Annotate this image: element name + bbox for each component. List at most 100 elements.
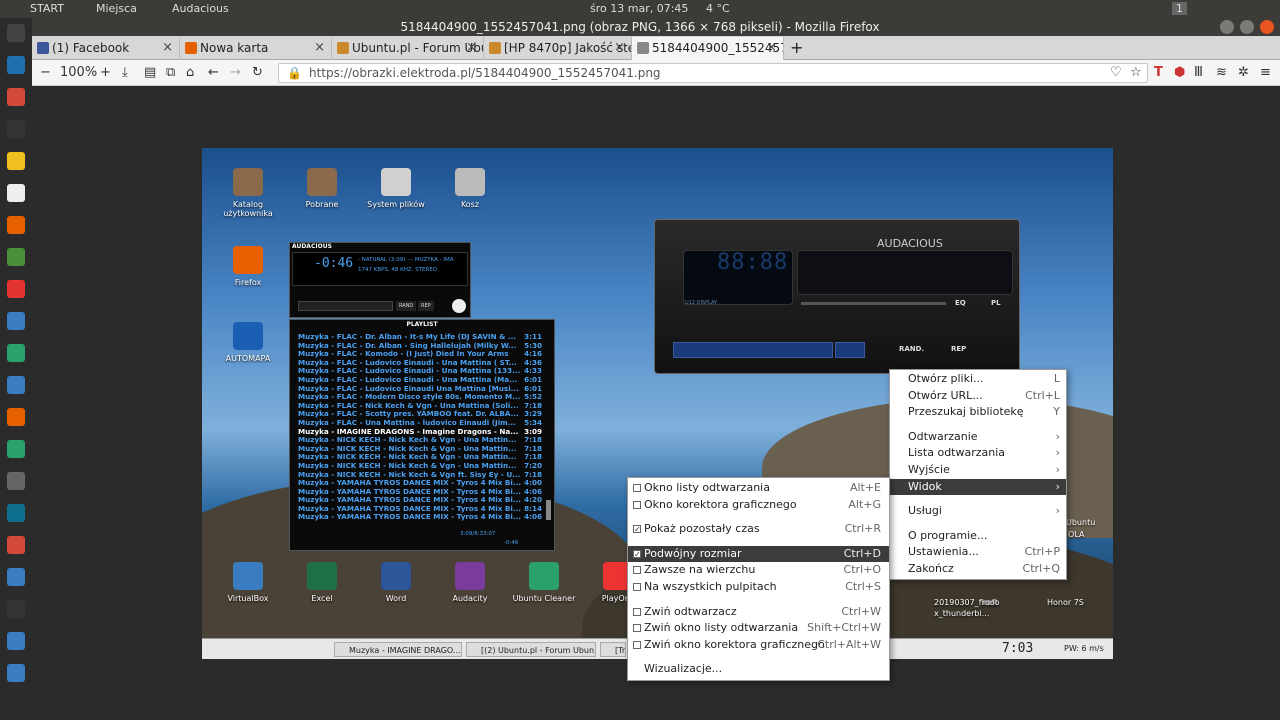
start-menu-button[interactable]: START bbox=[30, 2, 64, 15]
forward-icon[interactable]: → bbox=[230, 64, 241, 82]
launcher-app-icon[interactable] bbox=[7, 248, 25, 266]
rand-button[interactable]: RAND bbox=[396, 301, 417, 311]
playlist-row[interactable]: Muzyka - FLAC - Modern Disco style 80s. … bbox=[298, 393, 542, 402]
launcher-app-icon[interactable] bbox=[7, 504, 25, 522]
screenshot-icon[interactable]: ⧉ bbox=[166, 64, 175, 82]
launcher-app-icon[interactable] bbox=[7, 312, 25, 330]
tab-close-icon[interactable]: × bbox=[162, 37, 173, 59]
download-icon[interactable]: ⤓ bbox=[122, 64, 128, 82]
checkbox-icon[interactable] bbox=[633, 607, 641, 616]
desktop-icon[interactable]: System plików bbox=[361, 168, 431, 209]
rep-button[interactable]: REP bbox=[418, 301, 434, 311]
menu-item[interactable]: Odtwarzanie › bbox=[890, 429, 1066, 446]
playlist-row[interactable]: Muzyka - YAMAHA TYROS DANCE MIX - Tyros … bbox=[298, 479, 542, 488]
playlist-row[interactable]: Muzyka - FLAC - Komodo - (I Just) Died I… bbox=[298, 350, 542, 359]
desktop-shortcut[interactable]: Ubuntu Cleaner bbox=[509, 562, 579, 603]
eject-button[interactable] bbox=[835, 342, 865, 358]
transport-controls[interactable] bbox=[673, 342, 833, 358]
checkbox-icon[interactable] bbox=[633, 566, 641, 575]
playlist-row[interactable]: Muzyka - FLAC - Ludovico Einaudi - Una M… bbox=[298, 359, 542, 368]
launcher-app-icon[interactable] bbox=[7, 632, 25, 650]
playlist-row[interactable]: Muzyka - FLAC - Una Mattina - ludovico E… bbox=[298, 419, 542, 428]
menu-item[interactable]: Zwiń okno korektora graficznego Ctrl+Alt+… bbox=[628, 637, 889, 654]
menu-item[interactable]: Usługi › bbox=[890, 503, 1066, 520]
desktop-icon[interactable]: Katalog użytkownika bbox=[213, 168, 283, 218]
desktop-icon[interactable]: AUTOMAPA bbox=[213, 322, 283, 363]
checkbox-icon[interactable] bbox=[633, 624, 641, 633]
playlist-list[interactable]: Muzyka - FLAC - Dr. Alban - It-s My Life… bbox=[298, 333, 542, 522]
playlist-scrollbar[interactable] bbox=[546, 500, 551, 520]
playlist-row[interactable]: Muzyka - YAMAHA TYROS DANCE MIX - Tyros … bbox=[298, 505, 542, 514]
launcher-app-icon[interactable] bbox=[7, 120, 25, 138]
launcher-app-icon[interactable] bbox=[7, 24, 25, 42]
launcher-app-icon[interactable] bbox=[7, 568, 25, 586]
playlist-row[interactable]: Muzyka - FLAC - Scotty pres. YAMBOO feat… bbox=[298, 410, 542, 419]
menu-item[interactable]: ✓ Pokaż pozostały czas Ctrl+R bbox=[628, 521, 889, 538]
desktop-icon[interactable]: Kosz bbox=[435, 168, 505, 209]
pl-toggle[interactable]: PL bbox=[991, 299, 1001, 307]
desktop-ubuntu-label[interactable]: Ubuntu bbox=[1066, 518, 1095, 527]
browser-tab[interactable]: (1) Facebook × bbox=[32, 37, 180, 60]
playlist-row[interactable]: Muzyka - FLAC - Nick Kech & Vgn - Una Ma… bbox=[298, 402, 542, 411]
desktop-shortcut[interactable]: VirtualBox bbox=[213, 562, 283, 603]
launcher-app-icon[interactable] bbox=[7, 280, 25, 298]
extension-icon[interactable]: ≋ bbox=[1216, 64, 1227, 82]
launcher-app-icon[interactable] bbox=[7, 376, 25, 394]
desktop-ola-label[interactable]: OLA bbox=[1068, 530, 1084, 539]
playlist-row[interactable]: Muzyka - FLAC - Ludovico Einaudi - Una M… bbox=[298, 367, 542, 376]
menu-item[interactable]: Przeszukaj bibliotekę Y bbox=[890, 404, 1066, 421]
launcher-app-icon[interactable] bbox=[7, 56, 25, 74]
sidebar-icon[interactable]: ▤ bbox=[144, 64, 156, 82]
menu-item[interactable]: Otwórz pliki... L bbox=[890, 371, 1066, 388]
checkbox-icon[interactable] bbox=[633, 640, 641, 649]
launcher-app-icon[interactable] bbox=[7, 184, 25, 202]
bookmark-star-icon[interactable]: ☆ bbox=[1130, 64, 1142, 82]
minimize-icon[interactable] bbox=[1220, 20, 1234, 34]
playlist-row[interactable]: Muzyka - NICK KECH - Nick Kech & Vgn - U… bbox=[298, 436, 542, 445]
menu-item[interactable]: Zwiń odtwarzacz Ctrl+W bbox=[628, 604, 889, 621]
tab-close-icon[interactable]: × bbox=[614, 37, 625, 59]
checkbox-icon[interactable] bbox=[633, 500, 641, 509]
desktop-root-label[interactable]: root bbox=[982, 598, 998, 607]
launcher-app-icon[interactable] bbox=[7, 88, 25, 106]
tab-close-icon[interactable]: × bbox=[466, 37, 477, 59]
back-icon[interactable]: ← bbox=[208, 64, 219, 82]
clock[interactable]: śro 13 mar, 07:45 bbox=[590, 2, 688, 15]
lock-icon[interactable]: 🔒 bbox=[287, 64, 302, 82]
menu-item[interactable]: O programie... bbox=[890, 528, 1066, 545]
desktop-file-label-2[interactable]: x_thunderbi... bbox=[934, 609, 989, 618]
taskbar-item-other[interactable]: [Tra bbox=[600, 642, 626, 657]
checkbox-checked-icon[interactable]: ✓ bbox=[633, 549, 641, 558]
pocket-icon[interactable]: ♡ bbox=[1110, 64, 1122, 82]
checkbox-icon[interactable] bbox=[633, 582, 641, 591]
playlist-row[interactable]: Muzyka - FLAC - Ludovico Einaudi - Una M… bbox=[298, 376, 542, 385]
zoom-out-icon[interactable]: − bbox=[40, 64, 51, 82]
menu-item[interactable]: Okno korektora graficznego Alt+G bbox=[628, 497, 889, 514]
desktop-icon[interactable]: Firefox bbox=[213, 246, 283, 287]
playlist-row[interactable]: Muzyka - YAMAHA TYROS DANCE MIX - Tyros … bbox=[298, 488, 542, 497]
places-menu-button[interactable]: Miejsca bbox=[96, 2, 137, 15]
desktop-shortcut[interactable]: Audacity bbox=[435, 562, 505, 603]
taskbar-clock[interactable]: 7:03 bbox=[1002, 641, 1033, 656]
workspace-indicator[interactable]: 1 bbox=[1172, 2, 1187, 15]
desktop-shortcut[interactable]: Excel bbox=[287, 562, 357, 603]
hamburger-menu-icon[interactable]: ≡ bbox=[1260, 64, 1271, 82]
desktop-icon[interactable]: Pobrane bbox=[287, 168, 357, 209]
playlist-row[interactable]: Muzyka - NICK KECH - Nick Kech & Vgn - U… bbox=[298, 453, 542, 462]
menu-item[interactable]: Wizualizacje... bbox=[628, 661, 889, 678]
extension-t-icon[interactable]: T bbox=[1154, 64, 1163, 82]
taskbar-item-firefox[interactable]: [(2) Ubuntu.pl - Forum Ubun... bbox=[466, 642, 596, 657]
launcher-app-icon[interactable] bbox=[7, 600, 25, 618]
playlist-row[interactable]: Muzyka - IMAGINE DRAGONS - Imagine Drago… bbox=[298, 428, 542, 437]
launcher-app-icon[interactable] bbox=[7, 472, 25, 490]
playlist-row[interactable]: Muzyka - YAMAHA TYROS DANCE MIX - Tyros … bbox=[298, 513, 542, 522]
menu-item[interactable]: ✓ Podwójny rozmiar Ctrl+D bbox=[628, 545, 889, 563]
weather-wind[interactable]: PW: 6 m/s bbox=[1064, 644, 1104, 653]
menu-item[interactable]: Na wszystkich pulpitach Ctrl+S bbox=[628, 579, 889, 596]
library-icon[interactable]: Ⅲ bbox=[1194, 64, 1203, 82]
weather[interactable]: 4 °C bbox=[706, 2, 730, 15]
taskbar-item-audacious[interactable]: Muzyka - IMAGINE DRAGO... bbox=[334, 642, 462, 657]
menu-item[interactable]: Otwórz URL... Ctrl+L bbox=[890, 388, 1066, 405]
desktop-shortcut[interactable]: Word bbox=[361, 562, 431, 603]
maximize-icon[interactable] bbox=[1240, 20, 1254, 34]
